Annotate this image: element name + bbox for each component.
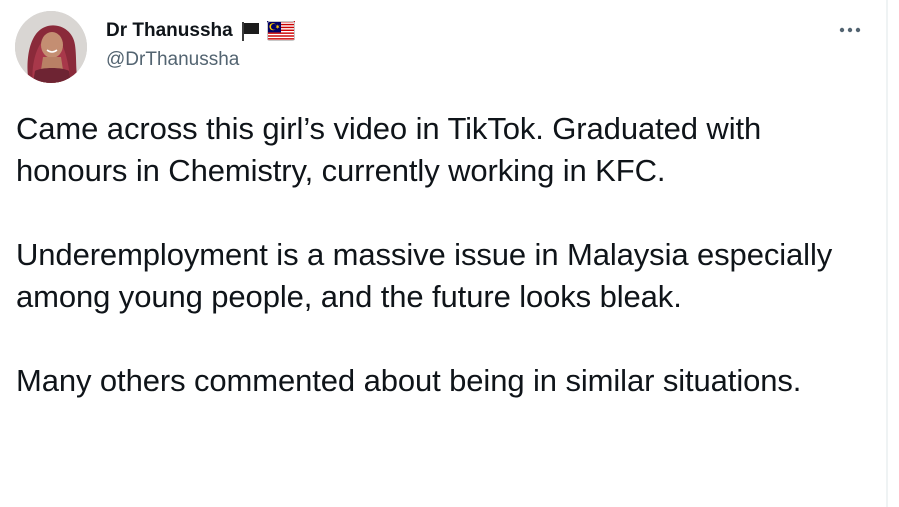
tweet-card: Dr Thanussha @DrThanussha Came across th…	[0, 0, 886, 507]
more-options-button[interactable]	[834, 18, 866, 42]
black-flag-icon	[239, 20, 261, 42]
tweet-paragraph: Came across this girl’s video in TikTok.…	[16, 111, 762, 188]
tweet-paragraph: Underemployment is a massive issue in Ma…	[16, 237, 833, 314]
author-name-row: Dr Thanussha	[106, 18, 295, 44]
more-horizontal-icon	[839, 27, 861, 33]
avatar[interactable]	[15, 11, 87, 83]
display-name[interactable]: Dr Thanussha	[106, 20, 233, 42]
avatar-image	[15, 11, 87, 83]
malaysia-flag-icon	[266, 21, 295, 41]
tweet-paragraph: Many others commented about being in sim…	[16, 363, 802, 398]
tweet-text: Came across this girl’s video in TikTok.…	[16, 108, 876, 402]
timeline-divider	[886, 0, 888, 507]
author-handle[interactable]: @DrThanussha	[106, 49, 239, 71]
